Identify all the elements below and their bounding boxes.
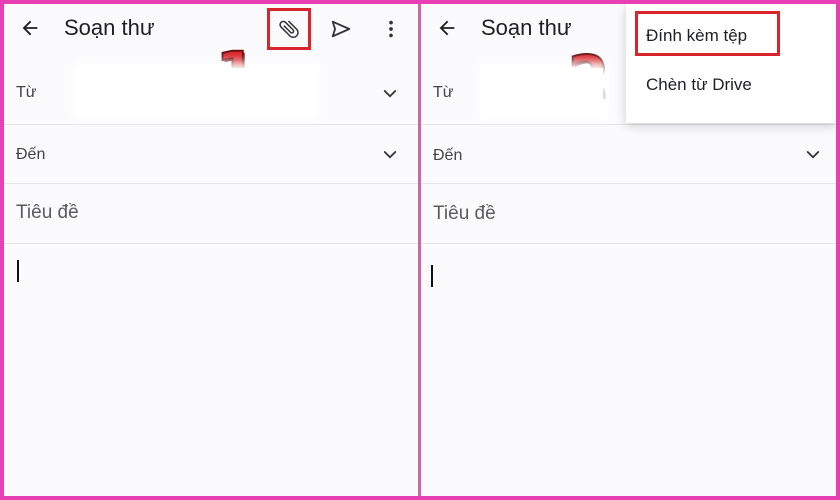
chevron-down-icon: [383, 90, 397, 98]
menu-item-insert-from-drive[interactable]: Chèn từ Drive: [626, 62, 836, 110]
compose-panel-step-2: Soạn thư 2 Từ Đến Tiêu đề Đính kèm tệp: [421, 4, 836, 496]
send-button[interactable]: [324, 12, 358, 46]
subject-row[interactable]: Tiêu đề: [421, 184, 836, 244]
message-body-area[interactable]: [4, 244, 418, 496]
from-address-redacted: [483, 68, 603, 114]
from-address-redacted: [79, 68, 314, 114]
send-icon: [331, 20, 351, 38]
more-options-button[interactable]: [374, 12, 408, 46]
subject-field[interactable]: Tiêu đề: [433, 203, 496, 225]
app-bar: Soạn thư: [4, 4, 418, 56]
to-expand-button[interactable]: [380, 145, 400, 165]
back-button[interactable]: [16, 14, 44, 42]
back-button[interactable]: [433, 14, 461, 42]
compose-panel-step-1: Soạn thư 1 Từ: [4, 4, 418, 496]
to-label: Đến: [433, 147, 463, 164]
from-label: Từ: [433, 84, 454, 101]
menu-item-label: Chèn từ Drive: [646, 75, 752, 94]
to-expand-button[interactable]: [803, 145, 823, 165]
message-body-area[interactable]: [421, 244, 836, 496]
to-row[interactable]: Đến: [4, 125, 418, 184]
subject-field[interactable]: Tiêu đề: [16, 202, 79, 224]
to-label: Đến: [16, 146, 46, 163]
more-vert-icon: [389, 20, 393, 38]
subject-row[interactable]: Tiêu đề: [4, 184, 418, 244]
chevron-down-icon: [806, 151, 820, 159]
screenshot-frame: Soạn thư 1 Từ: [4, 4, 836, 496]
page-title: Soạn thư: [64, 15, 155, 40]
from-label: Từ: [16, 84, 37, 101]
arrow-left-icon: [22, 20, 38, 36]
page-title: Soạn thư: [481, 15, 572, 40]
arrow-left-icon: [439, 20, 455, 36]
from-expand-button[interactable]: [380, 84, 400, 104]
attach-dropdown-menu: Đính kèm tệp Chèn từ Drive: [626, 4, 836, 123]
from-row[interactable]: Từ: [4, 62, 418, 125]
chevron-down-icon: [383, 151, 397, 159]
to-row[interactable]: Đến: [421, 125, 836, 184]
attach-file-highlight-box: [635, 11, 780, 56]
attach-highlight-box: [267, 8, 311, 50]
